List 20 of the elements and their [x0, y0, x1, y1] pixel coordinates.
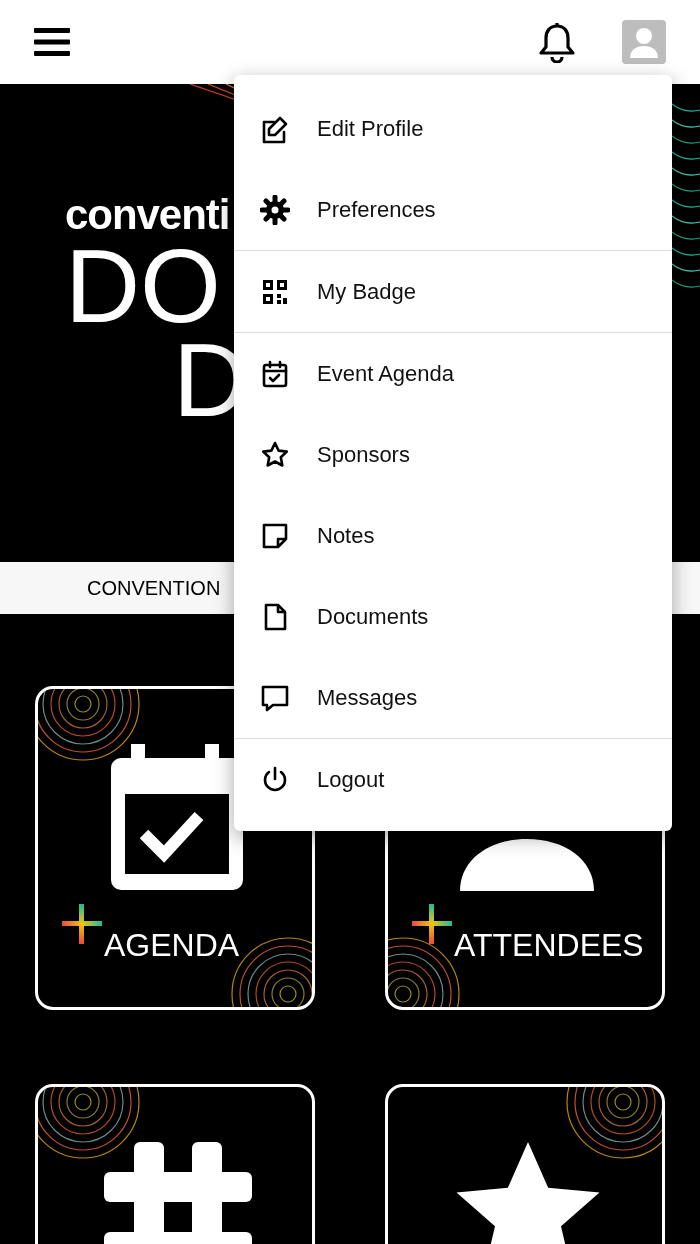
- menu-item[interactable]: Sponsors: [234, 414, 672, 495]
- banner-subtitle: conventi: [65, 194, 231, 236]
- person-shoulders-icon: [460, 839, 594, 891]
- plus-icon: [62, 904, 102, 944]
- calendar-check-icon: [260, 358, 290, 389]
- notification-bell-icon[interactable]: [538, 21, 576, 63]
- menu-item[interactable]: Event Agenda: [234, 333, 672, 414]
- plus-icon: [412, 904, 452, 944]
- menu-item[interactable]: Documents: [234, 576, 672, 657]
- star-icon: [260, 439, 290, 470]
- menu-item[interactable]: My Badge: [234, 251, 672, 332]
- menu-item[interactable]: Edit Profile: [234, 88, 672, 169]
- menu-icon[interactable]: [34, 26, 70, 58]
- banner-title: DO: [65, 234, 221, 338]
- menu-item[interactable]: Notes: [234, 495, 672, 576]
- gear-icon: [260, 194, 290, 225]
- menu-item[interactable]: Preferences: [234, 169, 672, 250]
- tile-label: ATTENDEES: [454, 929, 644, 961]
- tile-label: AGENDA: [104, 929, 240, 961]
- tab-label[interactable]: CONVENTION: [87, 573, 221, 603]
